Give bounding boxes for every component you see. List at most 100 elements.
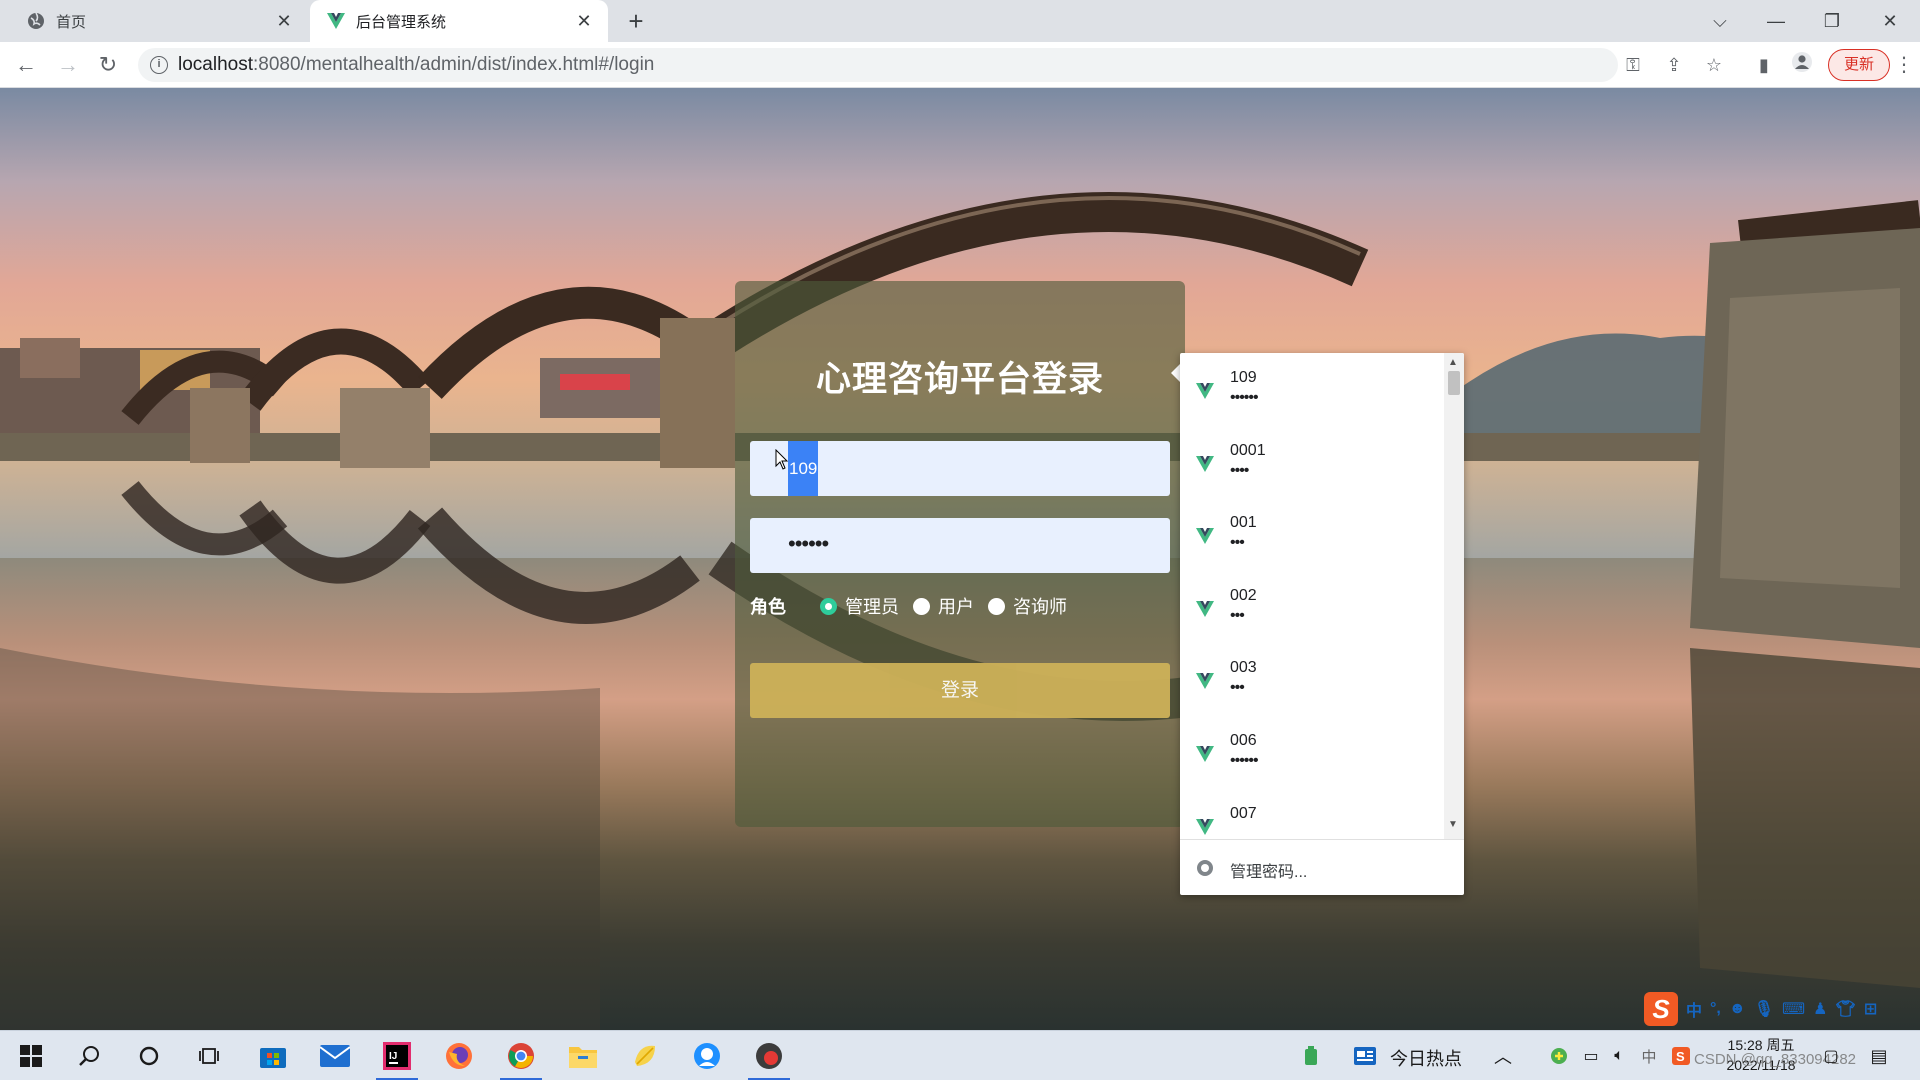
intellij-icon[interactable]: IJ <box>372 1031 422 1080</box>
autofill-username: 109 <box>1230 369 1257 386</box>
skin-icon[interactable]: 👕︎ <box>1835 999 1855 1019</box>
svg-text:IJ: IJ <box>389 1051 397 1062</box>
autofill-password: ••• <box>1230 679 1245 697</box>
password-input[interactable]: •••••• <box>750 518 1170 573</box>
reload-icon[interactable]: ↻ <box>94 51 122 79</box>
chrome-taskbar-icon[interactable] <box>496 1031 546 1080</box>
autofill-password: •••• <box>1230 461 1249 479</box>
start-icon[interactable] <box>6 1031 56 1080</box>
autofill-password: ••• <box>1230 606 1245 624</box>
keyboard-icon[interactable]: ⌨ <box>1782 999 1805 1019</box>
windows-taskbar: IJ 今日热点 ︿ ▭ 🔈︎ 中 S 15:28 周五 2022/11/18 C… <box>0 1030 1920 1080</box>
profile-icon[interactable] <box>1788 51 1816 79</box>
minimize-icon[interactable]: — <box>1756 6 1796 36</box>
url-text[interactable]: localhost:8080/mentalhealth/admin/dist/i… <box>178 54 654 76</box>
tab-title: 首页 <box>56 13 87 31</box>
username-value: 109 <box>788 441 819 496</box>
vue-logo-icon <box>1196 673 1214 694</box>
role-radio-counselor[interactable] <box>988 597 1005 615</box>
restore-icon[interactable]: ❐ <box>1812 6 1852 36</box>
browser-toolbar: ← → ↻ i localhost:8080/mentalhealth/admi… <box>0 42 1920 88</box>
store-icon[interactable] <box>248 1031 298 1080</box>
scroll-up-icon[interactable]: ▲ <box>1448 357 1458 368</box>
vue-logo-icon <box>326 11 346 31</box>
role-label-user[interactable]: 用户 <box>938 593 974 619</box>
autofill-item[interactable]: 109 •••••• <box>1180 353 1444 426</box>
autofill-item[interactable]: 0001 •••• <box>1180 426 1444 499</box>
desktop-toggle-icon[interactable]: ▢ <box>1816 1031 1846 1080</box>
autofill-username: 0001 <box>1230 441 1266 459</box>
autofill-item[interactable]: 007 <box>1180 789 1444 839</box>
tab-close-icon[interactable]: ✕ <box>274 11 294 31</box>
url-path: :8080/mentalhealth/admin/dist/index.html… <box>253 54 655 75</box>
back-icon[interactable]: ← <box>12 51 40 79</box>
share-icon[interactable]: ⇪ <box>1660 51 1688 79</box>
news-icon[interactable] <box>1350 1031 1380 1080</box>
bookmark-star-icon[interactable]: ☆ <box>1700 51 1728 79</box>
login-title: 心理咨询平台登录 <box>815 360 1104 399</box>
battery-app-icon[interactable] <box>1296 1031 1326 1080</box>
side-panel-icon[interactable]: ▮ <box>1750 51 1778 79</box>
toolbox-icon[interactable]: ⊞ <box>1864 999 1877 1019</box>
search-icon[interactable] <box>64 1031 114 1080</box>
news-label[interactable]: 今日热点 <box>1390 1045 1462 1071</box>
info-icon[interactable]: i <box>150 56 168 74</box>
login-button[interactable]: 登录 <box>750 663 1170 718</box>
role-label-admin[interactable]: 管理员 <box>845 593 899 619</box>
ime-mode-toggle[interactable]: 中 <box>1686 997 1702 1021</box>
tab-home[interactable]: 首页 ✕ <box>0 0 308 42</box>
volume-icon[interactable]: 🔈︎ <box>1606 1031 1632 1080</box>
vue-logo-icon <box>1196 383 1214 404</box>
firefox-icon[interactable] <box>434 1031 484 1080</box>
ime-tray-icon[interactable]: 中 <box>1636 1031 1662 1080</box>
autofill-item[interactable]: 001 ••• <box>1180 498 1444 571</box>
autofill-scrollbar[interactable]: ▲ ▼ <box>1444 353 1464 839</box>
autofill-username: 001 <box>1230 514 1257 532</box>
punctuation-icon[interactable]: °, <box>1710 1000 1721 1018</box>
username-input[interactable]: 109 <box>750 441 1170 496</box>
scrollbar-thumb[interactable] <box>1448 371 1460 395</box>
close-window-icon[interactable]: ✕ <box>1870 6 1910 36</box>
notification-center-icon[interactable]: ▤ <box>1864 1031 1894 1080</box>
emoji-icon[interactable]: ☻ <box>1729 1000 1746 1018</box>
autofill-item[interactable]: 002 ••• <box>1180 571 1444 644</box>
scroll-down-icon[interactable]: ▼ <box>1448 819 1458 830</box>
password-value: •••••• <box>788 531 829 556</box>
user-icon[interactable]: ♟ <box>1813 999 1827 1019</box>
tray-chevron-up-icon[interactable]: ︿ <box>1488 1031 1518 1080</box>
role-label-counselor[interactable]: 咨询师 <box>1013 593 1067 619</box>
tab-close-icon[interactable]: ✕ <box>574 11 594 31</box>
menu-kebab-icon[interactable]: ⋮ <box>1894 51 1914 79</box>
forward-icon[interactable]: → <box>54 51 82 79</box>
tab-admin[interactable]: 后台管理系统 ✕ <box>310 0 608 42</box>
sogou-tray-icon[interactable]: S <box>1668 1031 1694 1080</box>
key-icon[interactable]: ⚿ <box>1622 54 1644 76</box>
tray-app-icon[interactable] <box>1546 1031 1572 1080</box>
role-radio-user[interactable] <box>913 597 930 615</box>
file-explorer-icon[interactable] <box>558 1031 608 1080</box>
autofill-item[interactable]: 003 ••• <box>1180 643 1444 716</box>
cortana-icon[interactable] <box>124 1031 174 1080</box>
autofill-item[interactable]: 006 •••••• <box>1180 716 1444 789</box>
vue-logo-icon <box>1196 455 1214 477</box>
battery-icon[interactable]: ▭ <box>1578 1031 1604 1080</box>
sogou-logo-icon[interactable]: S <box>1644 992 1678 1026</box>
tab-search-chevron-icon[interactable]: ⌵ <box>1700 6 1740 36</box>
chat-app-icon[interactable] <box>682 1031 732 1080</box>
url-host: localhost <box>178 54 253 75</box>
chrome-icon <box>1197 860 1213 876</box>
task-view-icon[interactable] <box>184 1031 234 1080</box>
address-bar[interactable]: i localhost:8080/mentalhealth/admin/dist… <box>138 48 1640 82</box>
password-autofill-dropdown: 109 •••••• 0001 •••• 001 ••• 002 ••• 003 ••• 006 ••… <box>1180 353 1464 895</box>
page-viewport: 心理咨询平台登录 109 •••••• 角色 管理员 用户 咨询师 登录 109… <box>0 88 1920 1030</box>
update-button[interactable]: 更新 <box>1828 49 1890 81</box>
notes-app-icon[interactable] <box>620 1031 670 1080</box>
mail-icon[interactable] <box>310 1031 360 1080</box>
new-tab-icon[interactable]: + <box>622 8 650 36</box>
microphone-icon[interactable]: 🎙︎ <box>1754 999 1774 1019</box>
recorder-icon[interactable] <box>744 1031 794 1080</box>
role-radio-admin[interactable] <box>820 597 837 615</box>
manage-passwords-item[interactable]: 管理密码... <box>1180 839 1464 895</box>
login-panel: 心理咨询平台登录 109 •••••• 角色 管理员 用户 咨询师 登录 <box>735 281 1185 827</box>
vue-logo-icon <box>1196 600 1214 622</box>
